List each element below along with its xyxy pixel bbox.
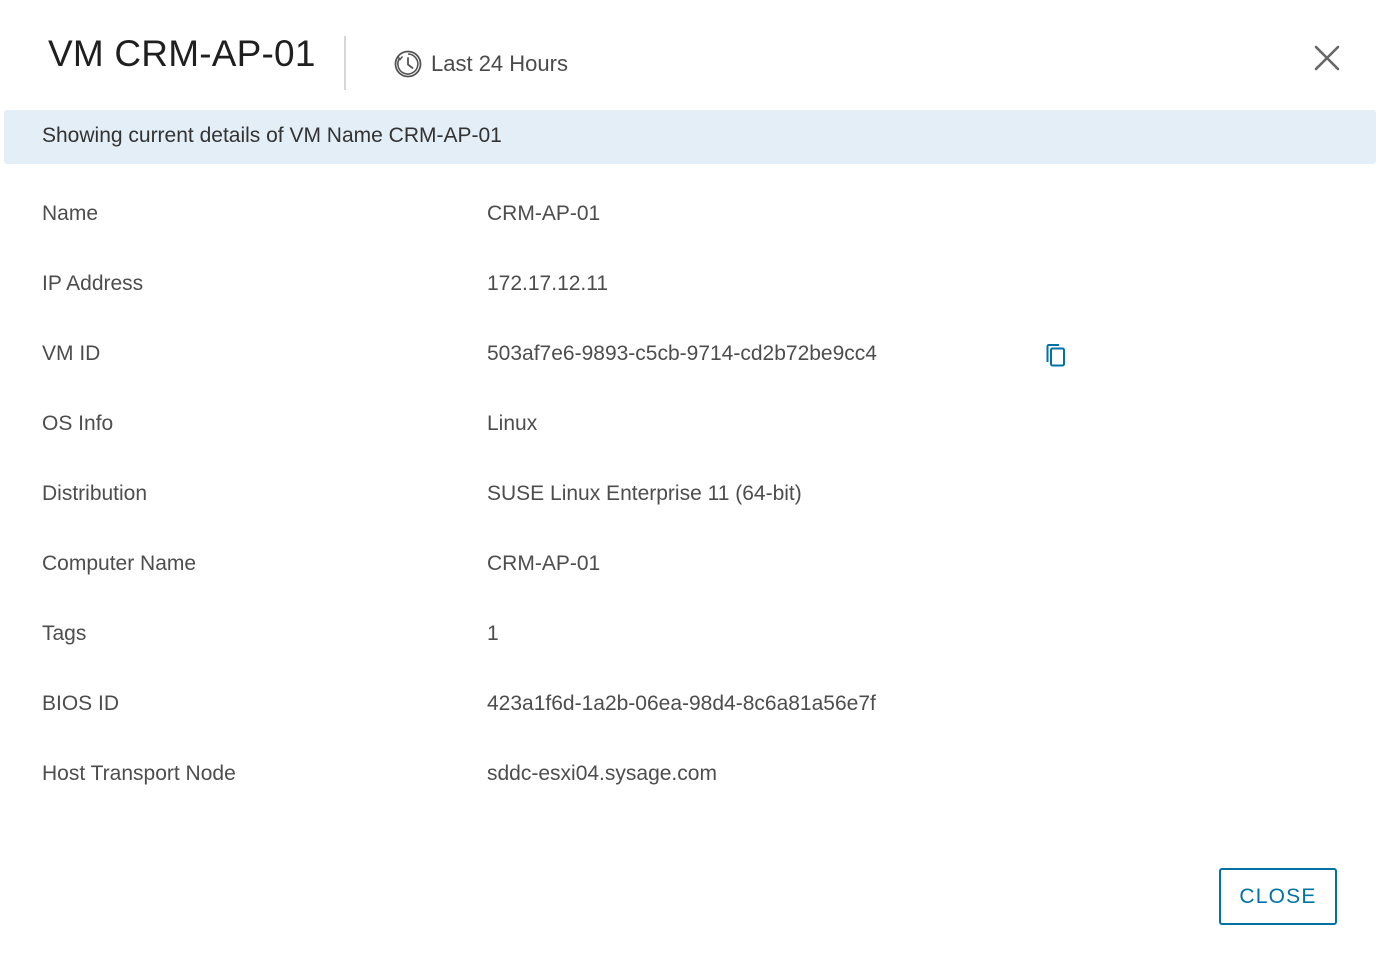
- detail-key: IP Address: [42, 272, 144, 295]
- detail-value: SUSE Linux Enterprise 11 (64-bit): [487, 482, 802, 505]
- detail-key: Distribution: [42, 482, 148, 505]
- close-icon[interactable]: [1309, 40, 1345, 76]
- detail-row-name: Name CRM-AP-01: [0, 180, 1376, 250]
- header-divider: [344, 36, 346, 90]
- detail-row-ip-address: IP Address 172.17.12.11: [0, 250, 1376, 320]
- detail-value: CRM-AP-01: [487, 552, 601, 575]
- details-list: Name CRM-AP-01 IP Address 172.17.12.11 V…: [0, 180, 1376, 810]
- detail-value: CRM-AP-01: [487, 202, 601, 225]
- time-range-label: Last 24 Hours: [431, 51, 568, 76]
- detail-row-distribution: Distribution SUSE Linux Enterprise 11 (6…: [0, 460, 1376, 530]
- detail-key: Tags: [42, 622, 87, 645]
- detail-row-bios-id: BIOS ID 423a1f6d-1a2b-06ea-98d4-8c6a81a5…: [0, 670, 1376, 740]
- detail-value: 172.17.12.11: [487, 272, 609, 295]
- detail-key: Name: [42, 202, 99, 225]
- detail-key: Host Transport Node: [42, 762, 236, 785]
- detail-row-tags: Tags 1: [0, 600, 1376, 670]
- info-banner: Showing current details of VM Name CRM-A…: [4, 110, 1376, 164]
- close-button[interactable]: CLOSE: [1219, 868, 1337, 925]
- info-banner-text: Showing current details of VM Name CRM-A…: [42, 124, 502, 147]
- dialog-header: VM CRM-AP-01 Last 24 Hours: [0, 0, 1376, 110]
- detail-value: Linux: [487, 412, 538, 435]
- detail-key: BIOS ID: [42, 692, 120, 715]
- vm-details-dialog: VM CRM-AP-01 Last 24 Hours Showing curre…: [0, 0, 1376, 962]
- detail-value: sddc-esxi04.sysage.com: [487, 762, 717, 785]
- detail-row-vm-id: VM ID 503af7e6-9893-c5cb-9714-cd2b72be9c…: [0, 320, 1376, 390]
- dialog-title: VM CRM-AP-01: [48, 33, 316, 74]
- detail-value: 503af7e6-9893-c5cb-9714-cd2b72be9cc4: [487, 342, 877, 365]
- detail-row-host-transport-node: Host Transport Node sddc-esxi04.sysage.c…: [0, 740, 1376, 810]
- detail-row-os-info: OS Info Linux: [0, 390, 1376, 460]
- detail-key: Computer Name: [42, 552, 197, 575]
- detail-value: 423a1f6d-1a2b-06ea-98d4-8c6a81a56e7f: [487, 692, 876, 715]
- detail-key: OS Info: [42, 412, 114, 435]
- detail-value[interactable]: 1: [487, 622, 499, 646]
- detail-key: VM ID: [42, 342, 101, 365]
- time-range-selector[interactable]: Last 24 Hours: [393, 49, 568, 79]
- copy-icon[interactable]: [1044, 342, 1068, 370]
- detail-row-computer-name: Computer Name CRM-AP-01: [0, 530, 1376, 600]
- clock-icon: [393, 49, 423, 79]
